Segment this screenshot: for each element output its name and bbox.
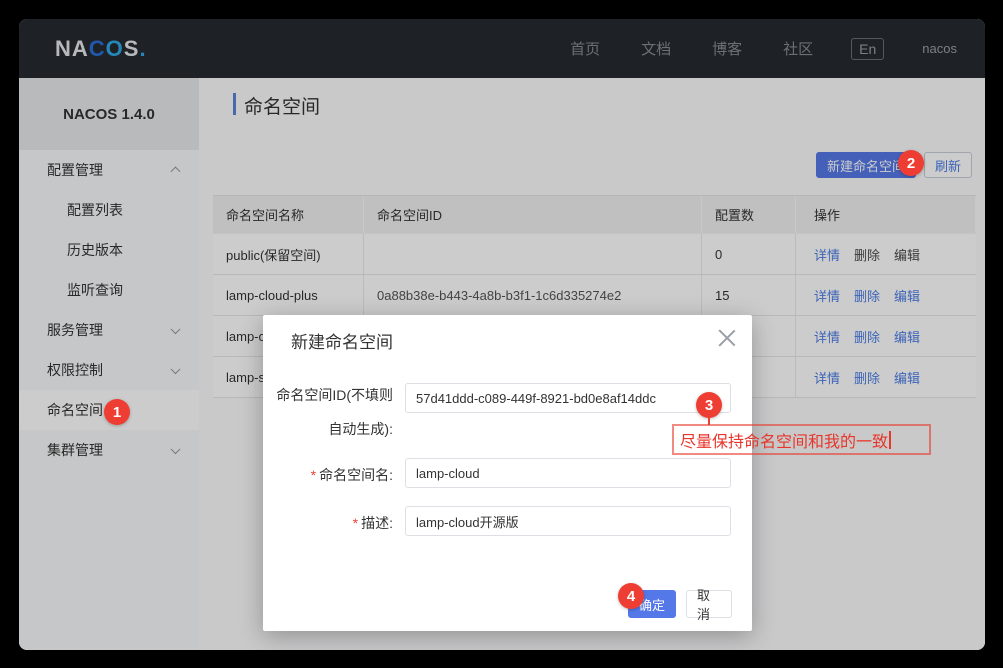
description-label: *描述: (263, 513, 393, 533)
annotation-note-box: 尽量保持命名空间和我的一致 (672, 424, 931, 455)
new-namespace-dialog: 新建命名空间 命名空间ID(不填则 自动生成): *命名空间名: *描述: 确定… (263, 315, 752, 631)
namespace-name-input[interactable] (405, 458, 731, 488)
cancel-button[interactable]: 取消 (686, 590, 732, 618)
annotation-badge-2: 2 (898, 150, 924, 176)
required-asterisk: * (353, 515, 358, 531)
annotation-badge-3: 3 (696, 392, 722, 418)
screenshot-canvas: NACOS. 首页 文档 博客 社区 En nacos NACOS 1.4.0 … (0, 0, 1003, 668)
label-text: 描述: (361, 515, 393, 531)
annotation-badge-4: 4 (618, 583, 644, 609)
namespace-id-label-line2: 自动生成): (263, 419, 393, 439)
text-cursor (889, 431, 891, 449)
description-input[interactable] (405, 506, 731, 536)
annotation-badge-1: 1 (104, 399, 130, 425)
close-icon[interactable] (718, 329, 736, 347)
namespace-id-input[interactable] (405, 383, 731, 413)
required-asterisk: * (311, 467, 316, 483)
annotation-note-text: 尽量保持命名空间和我的一致 (680, 428, 888, 452)
namespace-name-label: *命名空间名: (263, 465, 393, 485)
label-text: 命名空间名: (319, 467, 393, 483)
namespace-id-label-line1: 命名空间ID(不填则 (263, 385, 393, 405)
nacos-app-window: NACOS. 首页 文档 博客 社区 En nacos NACOS 1.4.0 … (19, 19, 985, 650)
dialog-title: 新建命名空间 (291, 328, 393, 353)
